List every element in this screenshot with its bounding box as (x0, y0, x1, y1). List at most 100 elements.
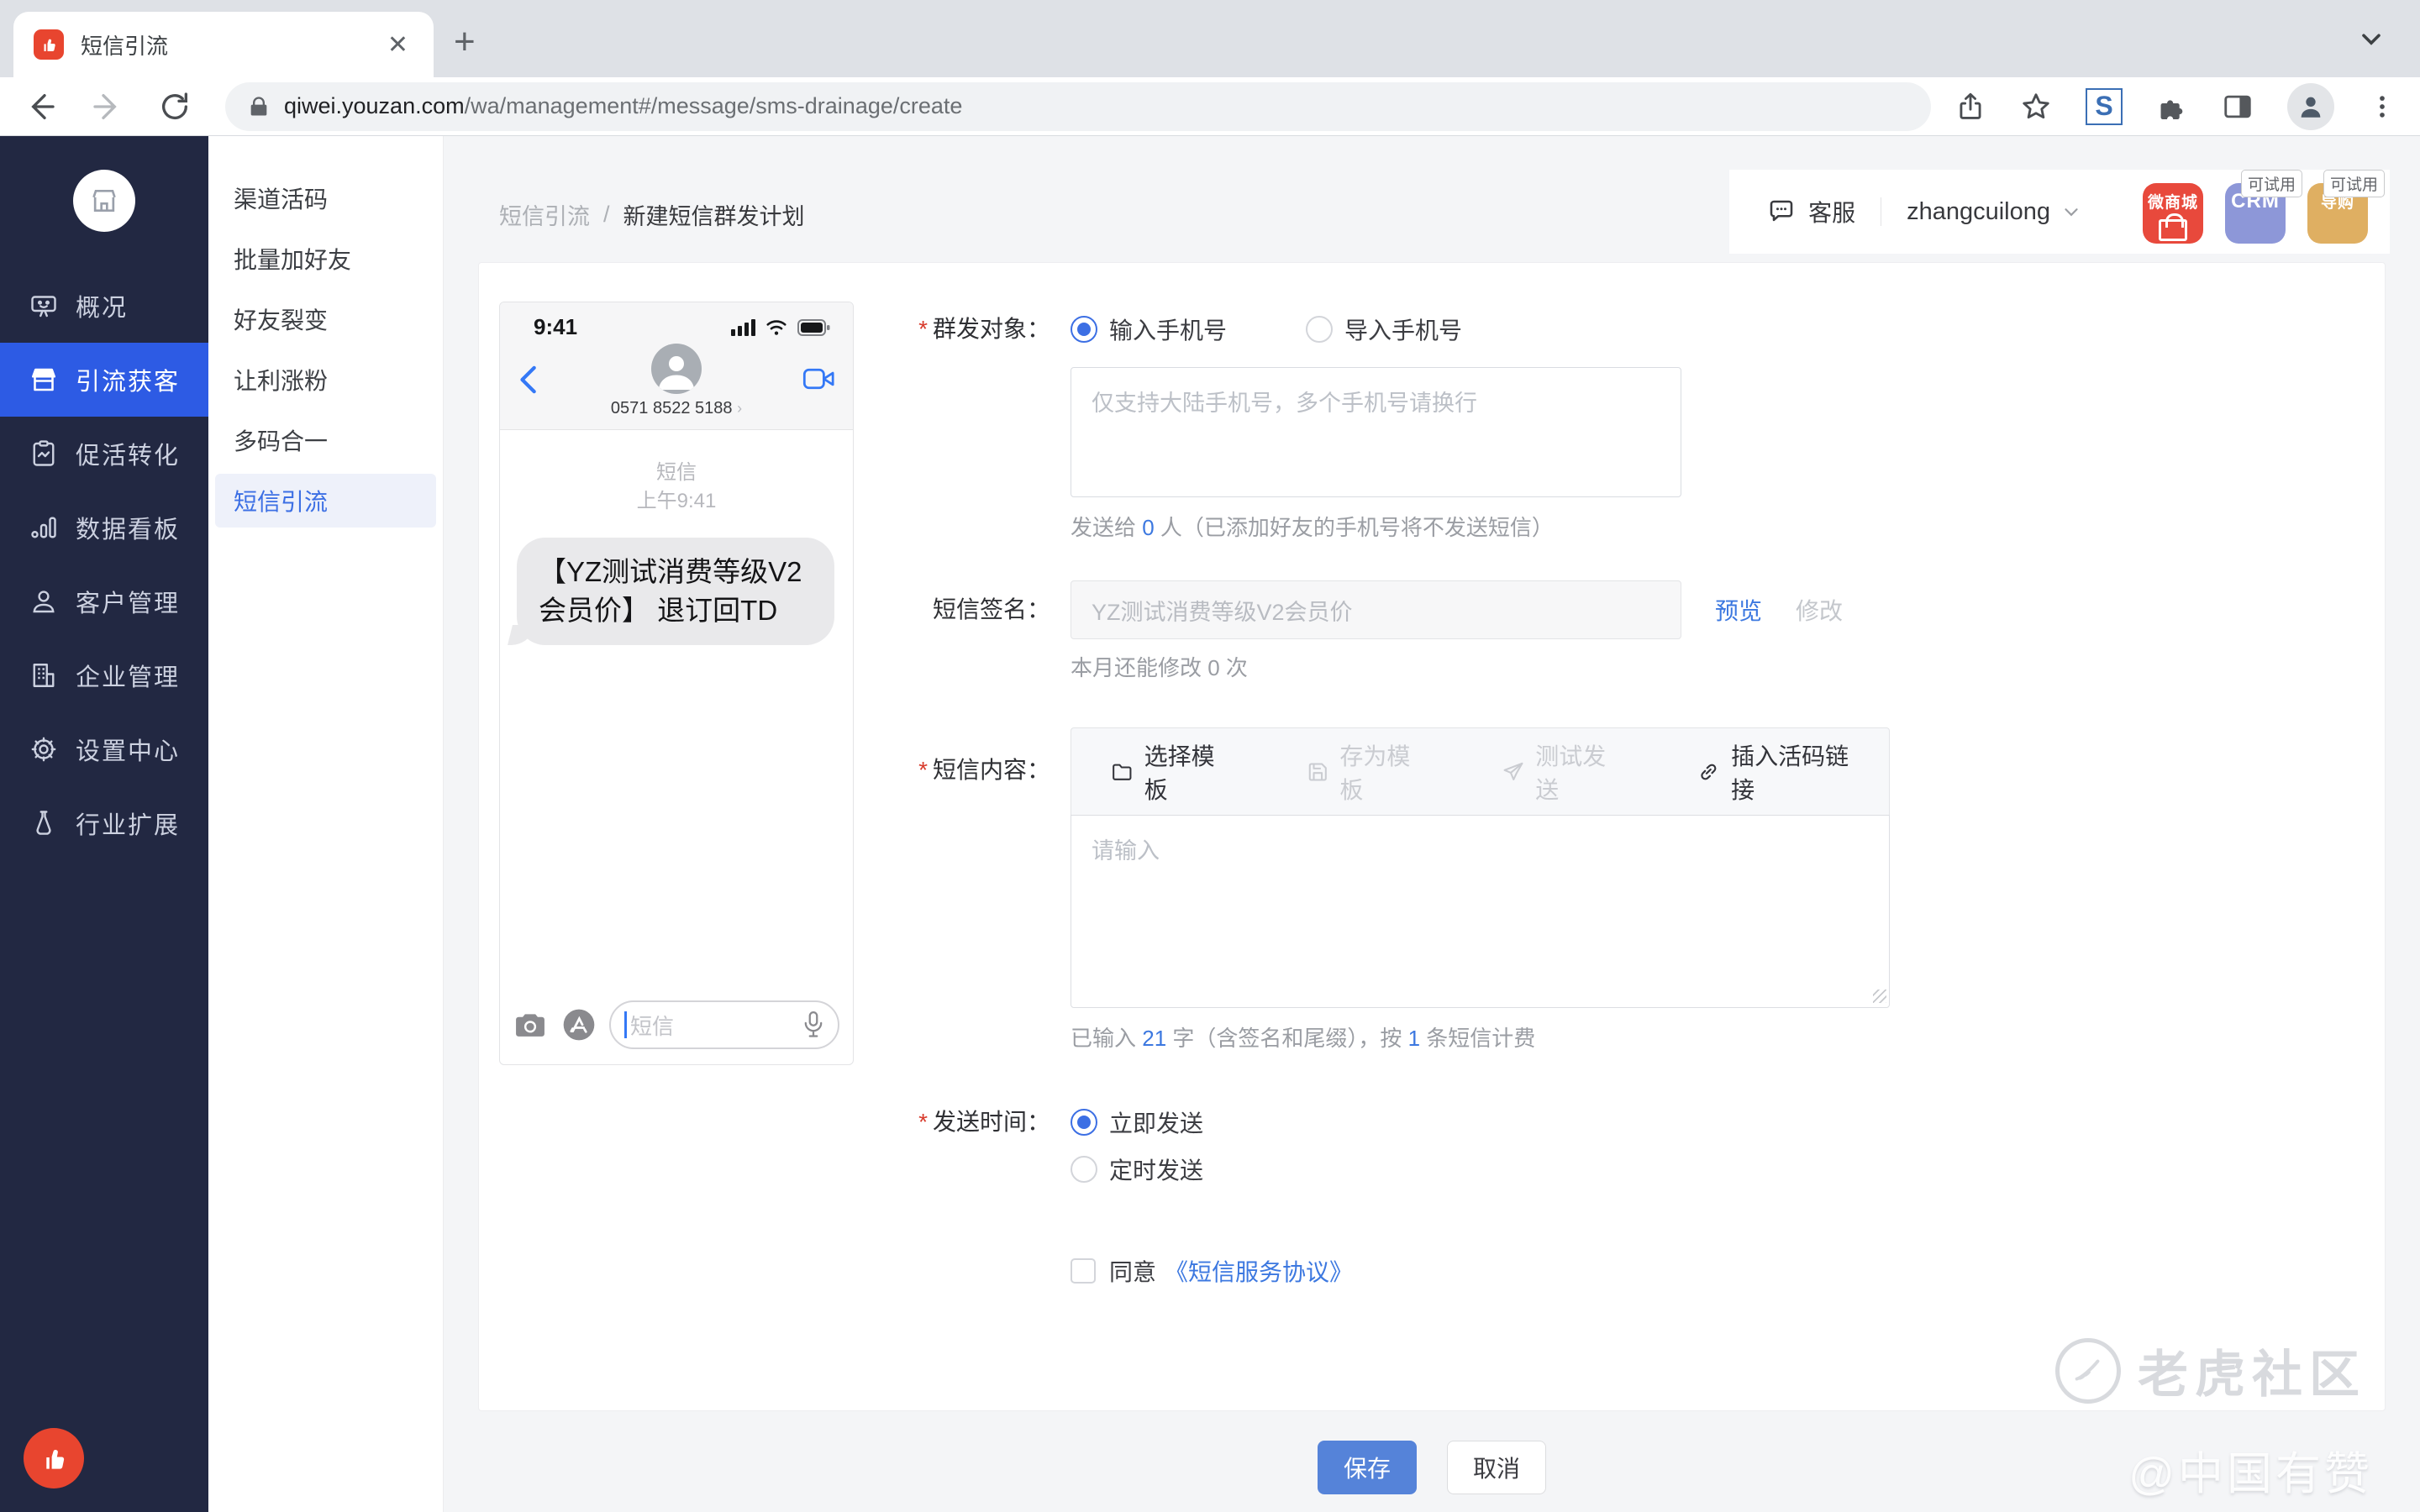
brand-watermark: @中国有赞 (2128, 1449, 2373, 1499)
sidebar-item-dashboard[interactable]: 数据看板 (0, 491, 208, 564)
sidebar-item-customers[interactable]: 客户管理 (0, 564, 208, 638)
radio-import-phone[interactable] (1306, 316, 1334, 343)
url-text: qiwei.youzan.com/wa/management#/message/… (284, 93, 963, 118)
user-name[interactable]: zhangcuilong (1907, 198, 2050, 226)
sidebar-item-industry[interactable]: 行业扩展 (0, 786, 208, 860)
youzan-favicon (34, 29, 64, 60)
battery-icon (797, 318, 830, 336)
radio-send-now-label[interactable]: 立即发送 (1109, 1105, 1203, 1139)
submenu-item-discount[interactable]: 让利涨粉 (215, 353, 436, 407)
menu-kebab-icon[interactable] (2368, 92, 2396, 121)
choose-template-button[interactable]: 选择模板 (1110, 738, 1223, 806)
sidebar-item-overview[interactable]: 概况 (0, 269, 208, 343)
save-button[interactable]: 保存 (1318, 1441, 1417, 1494)
phone-back-icon (515, 363, 544, 396)
test-send-button[interactable]: 测试发送 (1502, 738, 1615, 806)
reload-icon[interactable] (158, 90, 192, 123)
breadcrumb: 短信引流 / 新建短信群发计划 (499, 198, 805, 231)
header-user-block: 客服 zhangcuilong (1729, 170, 2119, 254)
customer-icon (33, 591, 55, 613)
agreement-checkbox[interactable] (1071, 1258, 1096, 1284)
signature-preview-link[interactable]: 预览 (1715, 593, 1762, 627)
app-weishop[interactable]: 微商城 (2143, 183, 2203, 244)
shop-icon (92, 190, 116, 212)
forward-icon[interactable] (91, 90, 124, 123)
radio-input-phone-label[interactable]: 输入手机号 (1109, 312, 1227, 346)
bookmark-star-icon[interactable] (2020, 91, 2052, 123)
submenu-item-fission[interactable]: 好友裂变 (215, 292, 436, 346)
youzan-float-button[interactable] (24, 1428, 84, 1488)
submenu-item-multicode[interactable]: 多码合一 (215, 413, 436, 467)
browser-toolbar: qiwei.youzan.com/wa/management#/message/… (0, 77, 2420, 136)
sidebar-item-enterprise[interactable]: 企业管理 (0, 638, 208, 712)
contact-number: 0571 8522 5188 › (610, 399, 743, 417)
submenu-item-channel-code[interactable]: 渠道活码 (215, 171, 436, 225)
save-icon (1308, 762, 1327, 781)
insert-link-button[interactable]: 插入活码链接 (1697, 738, 1850, 806)
camera-icon (516, 1014, 544, 1037)
tab-search-chevron-icon[interactable] (2356, 24, 2386, 54)
content-textarea[interactable] (1071, 815, 1890, 1008)
video-call-icon (802, 366, 836, 391)
extension-s-icon[interactable]: S (2086, 87, 2123, 125)
sms-bubble: 【YZ测试消费等级V2会员价】 退订回TD (517, 538, 834, 645)
submenu-item-batch-add[interactable]: 批量加好友 (215, 232, 436, 286)
url-bar[interactable]: qiwei.youzan.com/wa/management#/message/… (225, 81, 1931, 131)
user-menu-chevron-icon[interactable] (2060, 201, 2082, 223)
tab-title: 短信引流 (81, 33, 169, 59)
target-helper: 发送给 0 人（已添加好友的手机号将不发送短信） (1071, 515, 1554, 540)
submenu-item-sms-drainage[interactable]: 短信引流 (215, 474, 436, 528)
support-chat-icon[interactable] (1766, 197, 1797, 227)
form-row-content: * 短信内容： 选择模板 存为模板 测试发送 插入活码链接 请输入 已输入 21… (899, 727, 2344, 1053)
breadcrumb-current: 新建短信群发计划 (623, 204, 805, 229)
signal-bars-icon (731, 318, 755, 336)
phone-status-time: 9:41 (534, 314, 578, 339)
radio-send-now[interactable] (1071, 1109, 1097, 1136)
signature-modify-link[interactable]: 修改 (1796, 593, 1843, 627)
form-row-agreement: 同意 《短信服务协议》 (899, 1254, 2344, 1288)
phone-header: 9:41 0571 8522 5188 › (500, 302, 853, 430)
header-app-switcher: 微商城 可试用 CRM 可试用 导购 (2118, 170, 2390, 336)
form-card: 9:41 0571 8522 5188 › 短信 上午9:41 【YZ测试消费等… (478, 262, 2386, 1411)
signature-input[interactable] (1071, 580, 1681, 639)
browser-profile-avatar[interactable] (2287, 82, 2334, 130)
shop-avatar[interactable] (73, 170, 135, 232)
breadcrumb-parent[interactable]: 短信引流 (499, 198, 590, 231)
folder-icon (1113, 764, 1132, 780)
overview-icon (31, 296, 56, 318)
share-icon[interactable] (1954, 91, 1986, 123)
reading-list-icon[interactable] (2222, 91, 2254, 123)
app-crm[interactable]: 可试用 CRM (2225, 170, 2302, 336)
building-icon (33, 664, 55, 687)
tab-close-icon[interactable]: ✕ (382, 30, 413, 60)
support-label[interactable]: 客服 (1808, 195, 1855, 228)
app-guide[interactable]: 可试用 导购 (2307, 170, 2385, 336)
sidebar-item-settings[interactable]: 设置中心 (0, 712, 208, 786)
back-icon[interactable] (24, 90, 57, 123)
form-row-target: *群发对象： 输入手机号 导入手机号 发送给 0 人（已添加好友的手机号将不发送… (899, 312, 2344, 542)
new-tab-button[interactable]: + (454, 18, 476, 66)
secondary-sidebar: 渠道活码 批量加好友 好友裂变 让利涨粉 多码合一 短信引流 (208, 136, 444, 1512)
sidebar-item-conversion[interactable]: 促活转化 (0, 417, 208, 491)
radio-send-scheduled-label[interactable]: 定时发送 (1109, 1152, 1203, 1186)
lock-icon (250, 96, 267, 115)
resize-handle[interactable] (1873, 990, 1886, 1003)
main-content: 短信引流 / 新建短信群发计划 客服 zhangcuilong 微商城 可试用 … (444, 136, 2420, 1512)
shopping-bag-icon (2159, 213, 2187, 241)
radio-import-phone-label[interactable]: 导入手机号 (1344, 312, 1462, 346)
sidebar-item-acquisition[interactable]: 引流获客 (0, 343, 208, 417)
primary-sidebar: 概况 引流获客 促活转化 数据看板 客户管理 企业管理 设置中心 行业扩展 (0, 136, 208, 1512)
extensions-puzzle-icon[interactable] (2156, 91, 2188, 123)
content-helper: 已输入 21 字（含签名和尾缀），按 1 条短信计费 (1071, 1026, 1536, 1051)
radio-send-scheduled[interactable] (1071, 1156, 1097, 1183)
mic-icon (804, 1011, 823, 1037)
save-template-button[interactable]: 存为模板 (1306, 738, 1419, 806)
chart-icon (31, 517, 56, 538)
sms-service-agreement-link[interactable]: 《短信服务协议》 (1165, 1254, 1353, 1288)
browser-tab[interactable]: 短信引流 ✕ (13, 12, 434, 77)
signature-helper: 本月还能修改 0 次 (1071, 655, 1248, 680)
radio-input-phone[interactable] (1071, 316, 1097, 343)
wifi-icon (766, 319, 786, 335)
cancel-button[interactable]: 取消 (1447, 1441, 1546, 1494)
phone-numbers-textarea[interactable] (1071, 367, 1681, 497)
